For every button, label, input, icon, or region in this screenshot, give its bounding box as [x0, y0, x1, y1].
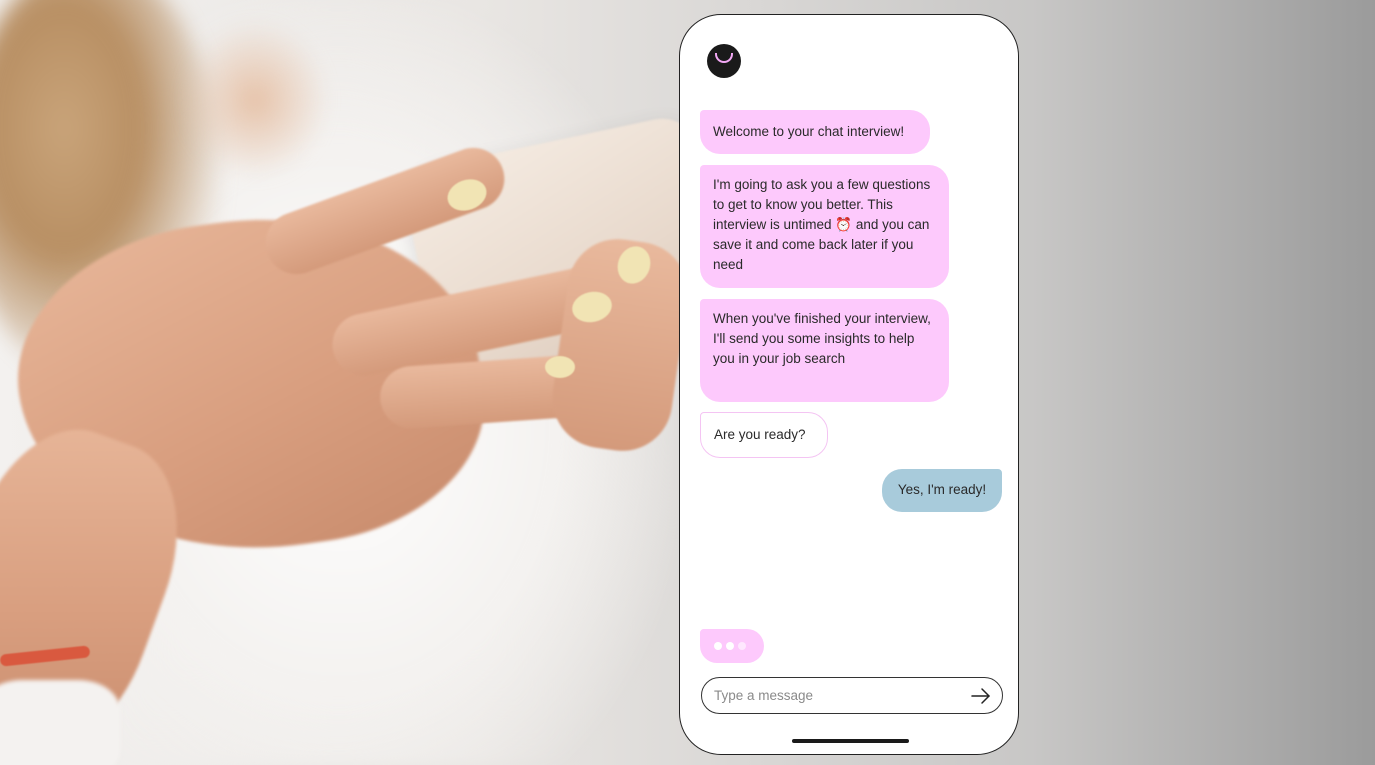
send-arrow-glyph — [971, 688, 990, 704]
typing-dot — [738, 642, 746, 650]
message-composer — [701, 677, 1003, 714]
background-photo-nail — [545, 356, 575, 378]
logo-smile-mark — [715, 53, 733, 63]
home-indicator[interactable] — [792, 739, 909, 743]
background-photo-cuff — [0, 680, 120, 765]
typing-dots-icon — [700, 629, 764, 663]
typing-dot — [726, 642, 734, 650]
screen: Welcome to your chat interview! I'm goin… — [0, 0, 1375, 765]
chat-message-bot: Are you ready? — [700, 412, 828, 458]
message-input[interactable] — [714, 678, 954, 713]
chat-message-bot: Welcome to your chat interview! — [700, 110, 930, 154]
phone-chat-screen: Welcome to your chat interview! I'm goin… — [679, 14, 1019, 755]
background-photo-neck — [180, 20, 330, 180]
arrow-right-icon[interactable] — [970, 686, 992, 706]
smile-logo-icon — [707, 44, 741, 78]
chat-message-user: Yes, I'm ready! — [882, 469, 1002, 512]
typing-dot — [714, 642, 722, 650]
chat-message-bot: When you've finished your interview, I'l… — [700, 299, 949, 402]
chat-message-bot: I'm going to ask you a few questions to … — [700, 165, 949, 288]
